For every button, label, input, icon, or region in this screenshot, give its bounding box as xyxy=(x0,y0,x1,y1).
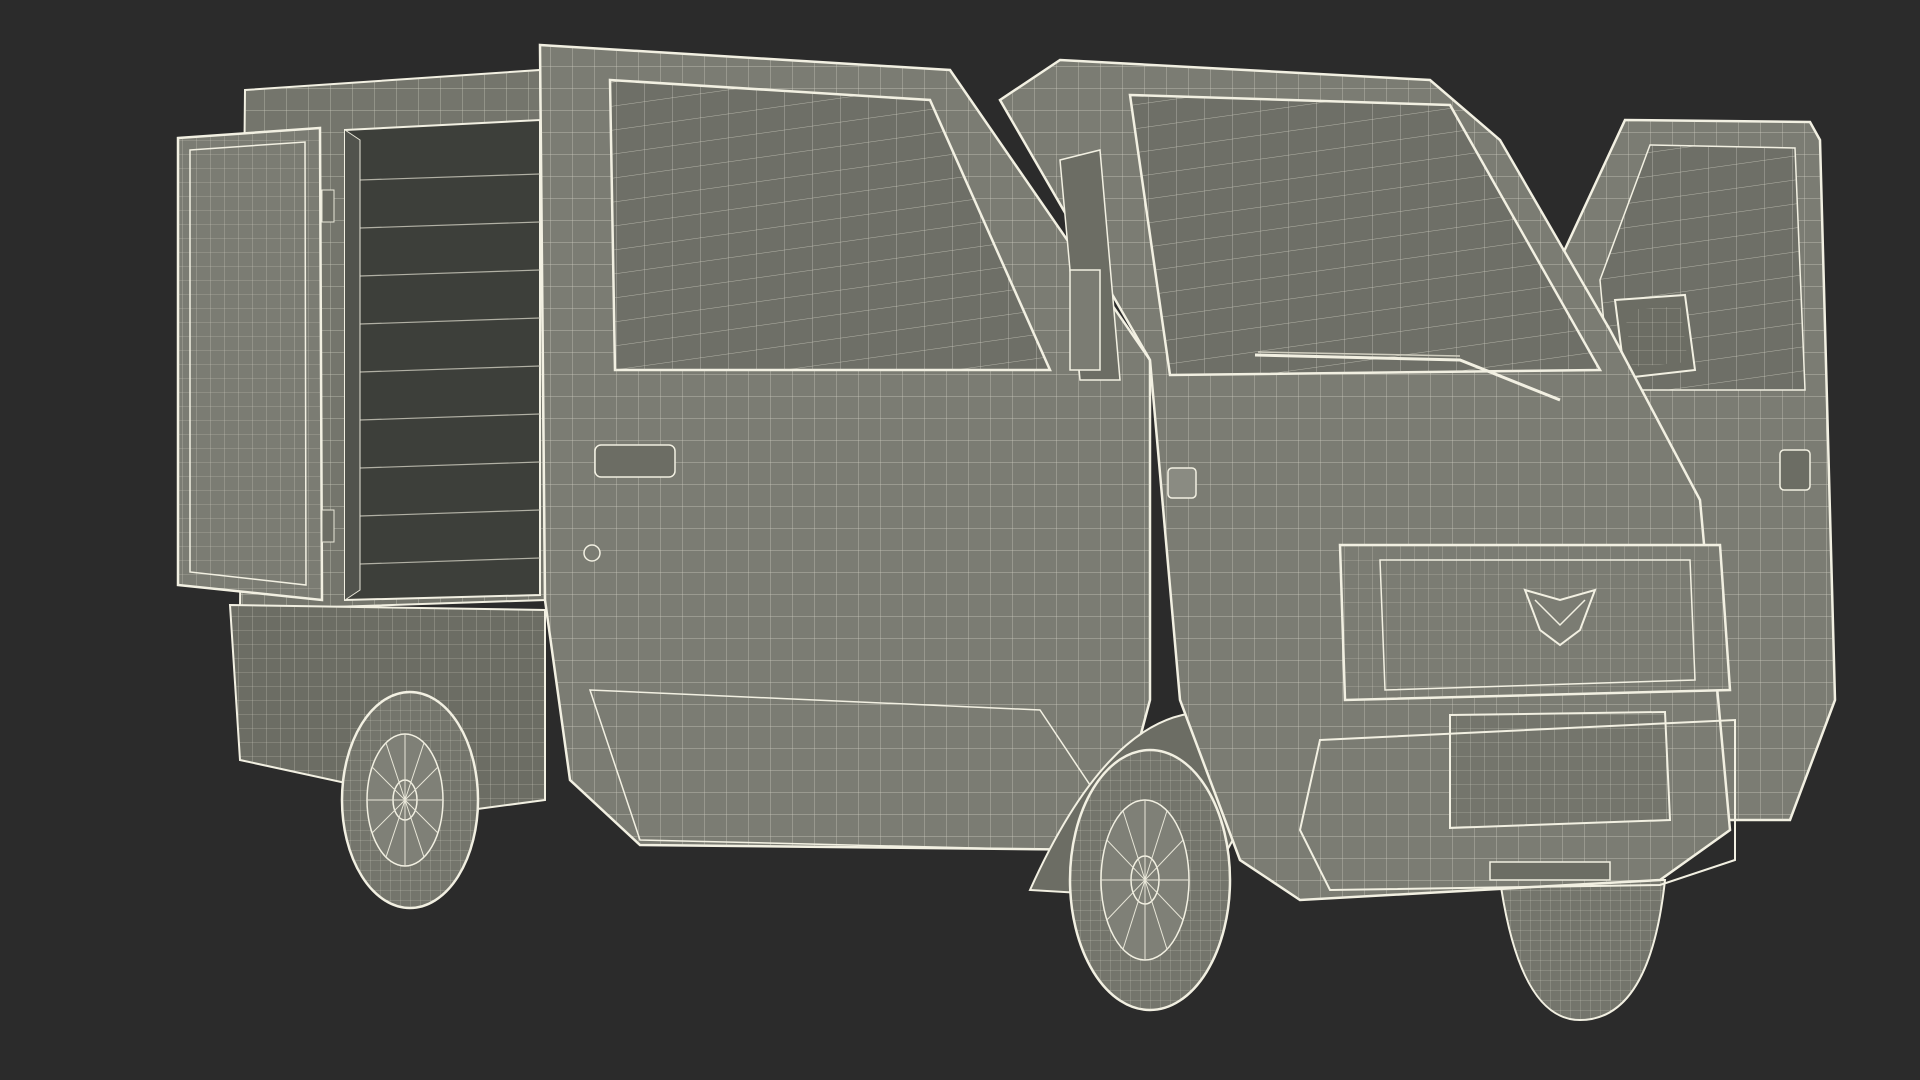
rear-wheel xyxy=(340,690,480,910)
front-wheel xyxy=(1068,748,1232,1012)
cargo-interior xyxy=(344,118,541,602)
front-grille xyxy=(1338,543,1732,702)
side-marker-light xyxy=(1167,467,1197,499)
rear-door-open xyxy=(176,126,335,602)
render-viewport xyxy=(0,0,1920,1080)
van-model xyxy=(176,43,1837,1022)
right-front-wheel xyxy=(1498,879,1667,1022)
